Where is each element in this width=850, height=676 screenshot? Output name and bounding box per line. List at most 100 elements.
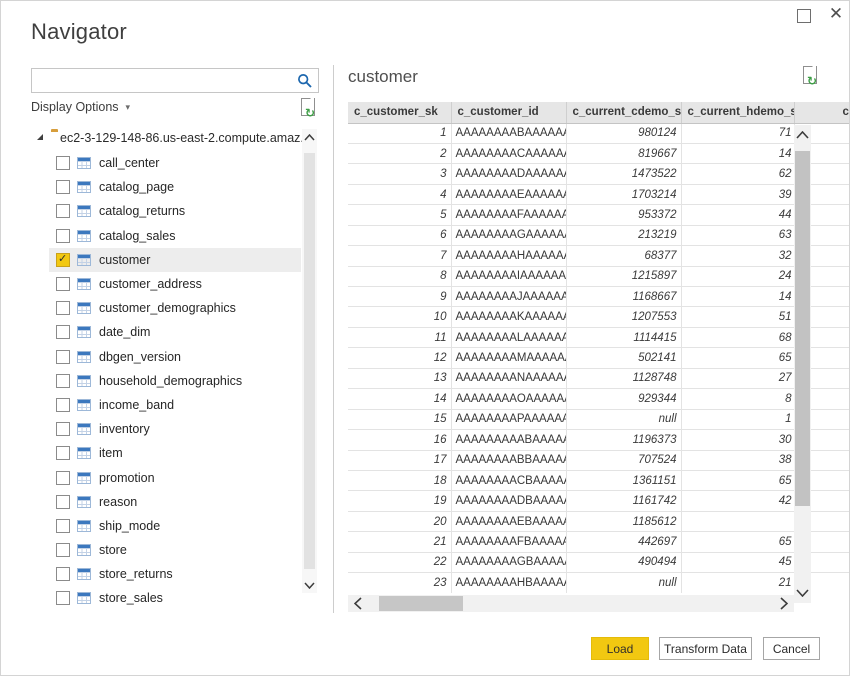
cell-customer-id: AAAAAAAAGAAAAAAA [451, 225, 566, 245]
refresh-preview-button[interactable]: ↻ [802, 66, 819, 87]
table-checkbox[interactable]: ✓ [56, 471, 70, 485]
cell-cdemo-sk: 1473522 [566, 164, 681, 184]
preview-vscrollbar[interactable] [794, 125, 811, 603]
scroll-up-icon[interactable] [302, 129, 317, 145]
cell-cdemo-sk: 1703214 [566, 184, 681, 204]
scroll-up-icon[interactable] [794, 127, 811, 143]
table-icon [77, 157, 91, 169]
table-checkbox[interactable]: ✓ [56, 204, 70, 218]
tree-item[interactable]: ✓ income_band [49, 393, 301, 417]
cell-customer-id: AAAAAAAAABAAAAAA [451, 430, 566, 450]
table-checkbox[interactable]: ✓ [56, 543, 70, 557]
cell-hdemo-sk: 27 [681, 368, 794, 388]
tree-item[interactable]: ✓ promotion [49, 465, 301, 489]
cell-customer-id: AAAAAAAAEAAAAAAA [451, 184, 566, 204]
transform-data-button[interactable]: Transform Data [659, 637, 752, 660]
tree-item[interactable]: ✓ ship_mode [49, 514, 301, 538]
cell-customer-sk: 6 [348, 225, 451, 245]
tree-item[interactable]: ✓ catalog_returns [49, 199, 301, 223]
table-name: catalog_sales [99, 229, 175, 243]
cell-customer-sk: 9 [348, 287, 451, 307]
tree-item[interactable]: ✓ call_center [49, 151, 301, 175]
refresh-icon: ↻ [807, 74, 817, 88]
scroll-right-icon[interactable] [776, 595, 792, 612]
table-checkbox[interactable]: ✓ [56, 446, 70, 460]
cell-hdemo-sk: 51 [681, 307, 794, 327]
tree-item[interactable]: ✓ date_dim [49, 320, 301, 344]
tree-item[interactable]: ✓ catalog_sales [49, 224, 301, 248]
table-row: 16 AAAAAAAAABAAAAAA 1196373 30 [348, 430, 850, 450]
table-checkbox[interactable]: ✓ [56, 350, 70, 364]
cell-cdemo-sk: 1207553 [566, 307, 681, 327]
table-row: 9 AAAAAAAAJAAAAAAA 1168667 14 [348, 287, 850, 307]
tree-item[interactable]: ✓ customer_address [49, 272, 301, 296]
tree-item[interactable]: ✓ store [49, 538, 301, 562]
load-button[interactable]: Load [591, 637, 649, 660]
tree-item[interactable]: ✓ item [49, 441, 301, 465]
tree-item[interactable]: ✓ dbgen_version [49, 345, 301, 369]
tree-item[interactable]: ✓ customer [49, 248, 301, 272]
cell-customer-id: AAAAAAAAEBAAAAAA [451, 511, 566, 531]
preview-hscrollbar[interactable] [348, 595, 794, 612]
cell-customer-id: AAAAAAAACAAAAAAA [451, 143, 566, 163]
table-checkbox[interactable]: ✓ [56, 398, 70, 412]
scroll-down-icon[interactable] [302, 577, 317, 593]
tree-item[interactable]: ✓ inventory [49, 417, 301, 441]
table-checkbox[interactable]: ✓ [56, 325, 70, 339]
cell-customer-id: AAAAAAAAFAAAAAAA [451, 205, 566, 225]
scroll-down-icon[interactable] [794, 585, 811, 601]
table-checkbox[interactable]: ✓ [56, 277, 70, 291]
cell-cdemo-sk: 1185612 [566, 511, 681, 531]
tree-item[interactable]: ✓ customer_demographics [49, 296, 301, 320]
table-name: store_sales [99, 591, 163, 605]
search-input[interactable] [36, 71, 296, 92]
tree-item[interactable]: ✓ reason [49, 490, 301, 514]
tree-item[interactable]: ✓ store_returns [49, 562, 301, 586]
preview-hscrollbar-thumb[interactable] [379, 596, 463, 611]
table-row: 12 AAAAAAAAMAAAAAAA 502141 65 [348, 348, 850, 368]
table-name: promotion [99, 471, 155, 485]
table-checkbox[interactable]: ✓ [56, 422, 70, 436]
expand-triangle-icon[interactable] [37, 134, 43, 140]
table-checkbox[interactable]: ✓ [56, 495, 70, 509]
table-name: catalog_returns [99, 204, 185, 218]
cell-hdemo-sk: 68 [681, 327, 794, 347]
tree-item[interactable]: ✓ catalog_page [49, 175, 301, 199]
cell-hdemo-sk: 42 [681, 491, 794, 511]
preview-vscrollbar-thumb[interactable] [795, 151, 810, 506]
tree-item[interactable]: ✓ store_sales [49, 586, 301, 610]
search-icon[interactable] [297, 73, 313, 89]
table-row: 22 AAAAAAAAGBAAAAAA 490494 45 [348, 552, 850, 572]
table-checkbox[interactable]: ✓ [56, 229, 70, 243]
tree-scrollbar[interactable] [302, 129, 317, 593]
cell-customer-id: AAAAAAAAHAAAAAAA [451, 246, 566, 266]
cell-customer-sk: 7 [348, 246, 451, 266]
table-row: 8 AAAAAAAAIAAAAAAA 1215897 24 [348, 266, 850, 286]
table-checkbox[interactable]: ✓ [56, 180, 70, 194]
table-name: date_dim [99, 325, 150, 339]
scroll-left-icon[interactable] [350, 595, 366, 612]
maximize-icon[interactable] [797, 9, 811, 23]
table-checkbox[interactable]: ✓ [56, 567, 70, 581]
dialog-title: Navigator [31, 19, 127, 45]
display-options-dropdown[interactable]: Display Options▾ [31, 100, 130, 114]
close-icon[interactable]: ✕ [827, 5, 845, 23]
table-row: 23 AAAAAAAAHBAAAAAA null 21 [348, 573, 850, 593]
cell-hdemo-sk: 21 [681, 573, 794, 593]
table-name: store [99, 543, 127, 557]
cancel-button[interactable]: Cancel [763, 637, 820, 660]
cell-customer-id: AAAAAAAAHBAAAAAA [451, 573, 566, 593]
tree-root-server[interactable]: ec2-3-129-148-86.us-east-2.compute.amaz.… [31, 125, 301, 151]
table-checkbox[interactable]: ✓ [56, 253, 70, 267]
table-checkbox[interactable]: ✓ [56, 519, 70, 533]
cell-cdemo-sk: 68377 [566, 246, 681, 266]
document-fold [811, 65, 816, 70]
table-checkbox[interactable]: ✓ [56, 301, 70, 315]
tree-item[interactable]: ✓ household_demographics [49, 369, 301, 393]
table-row: 20 AAAAAAAAEBAAAAAA 1185612 [348, 511, 850, 531]
refresh-list-button[interactable]: ↻ [300, 98, 317, 119]
table-checkbox[interactable]: ✓ [56, 591, 70, 605]
table-checkbox[interactable]: ✓ [56, 374, 70, 388]
table-checkbox[interactable]: ✓ [56, 156, 70, 170]
tree-scrollbar-thumb[interactable] [304, 153, 315, 569]
